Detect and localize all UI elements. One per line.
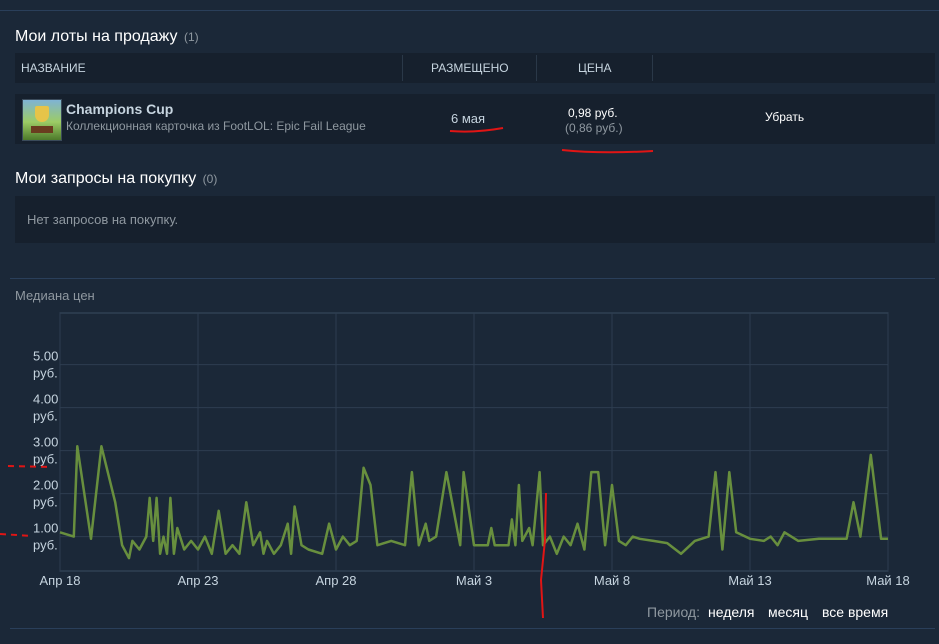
buy-orders-heading: Мои запросы на покупку (0) — [15, 170, 217, 188]
period-label: Период: — [647, 604, 700, 620]
x-tick-label: Апр 23 — [177, 573, 218, 588]
remove-listing-button[interactable]: Убрать — [765, 110, 804, 124]
x-tick-label: Апр 28 — [315, 573, 356, 588]
section-divider — [10, 278, 935, 279]
column-separator — [652, 55, 653, 81]
trophy-base — [31, 126, 53, 133]
column-separator — [402, 55, 403, 81]
buy-orders-empty-text: Нет запросов на покупку. — [27, 212, 179, 227]
buy-orders-empty-box: Нет запросов на покупку. — [15, 196, 935, 243]
top-divider — [0, 10, 939, 11]
y-tick-label: 1.00 — [33, 521, 58, 536]
x-tick-label: Май 8 — [594, 573, 630, 588]
item-image[interactable] — [22, 99, 62, 141]
my-listings-count: (1) — [183, 30, 199, 44]
y-tick-label: 3.00 — [33, 435, 58, 450]
column-separator — [536, 55, 537, 81]
y-tick-label: 5.00 — [33, 349, 58, 364]
bottom-divider — [10, 628, 935, 629]
underline-price-annotation — [561, 149, 654, 154]
buy-orders-count: (0) — [202, 172, 218, 186]
y-tick-unit: руб. — [33, 366, 58, 381]
y-tick-unit: руб. — [33, 538, 58, 553]
x-tick-label: Май 3 — [456, 573, 492, 588]
listings-table-header: НАЗВАНИЕ РАЗМЕЩЕНО ЦЕНА — [15, 53, 935, 83]
column-header-listed: РАЗМЕЩЕНО — [431, 61, 509, 75]
x-tick-label: Апр 18 — [39, 573, 80, 588]
y-tick-label: 2.00 — [33, 478, 58, 493]
my-listings-title: Мои лоты на продажу — [15, 28, 178, 45]
listing-price-received: (0,86 руб.) — [565, 121, 623, 135]
trophy-icon — [35, 106, 49, 122]
period-all-time-link[interactable]: все время — [822, 604, 888, 620]
price-history-chart[interactable]: 1.00 руб. 2.00 руб. 3.00 руб. 4.00 руб. 5.00 руб.… — [0, 300, 939, 600]
y-tick-unit: руб. — [33, 495, 58, 510]
item-name-link[interactable]: Champions Cup — [66, 101, 173, 117]
period-month-link[interactable]: месяц — [768, 604, 808, 620]
listing-price: 0,98 руб. — [568, 106, 618, 120]
column-header-name: НАЗВАНИЕ — [21, 61, 86, 75]
x-tick-label: Май 18 — [866, 573, 910, 588]
my-listings-heading: Мои лоты на продажу (1) — [15, 28, 199, 46]
y-tick-label: 4.00 — [33, 392, 58, 407]
y-tick-unit: руб. — [33, 452, 58, 467]
column-header-price: ЦЕНА — [578, 61, 612, 75]
buy-orders-title: Мои запросы на покупку — [15, 170, 197, 187]
listed-date: 6 мая — [451, 111, 486, 126]
x-tick-label: Май 13 — [728, 573, 772, 588]
y-tick-unit: руб. — [33, 409, 58, 424]
period-week-link[interactable]: неделя — [708, 604, 754, 620]
item-game-name: Коллекционная карточка из FootLOL: Epic … — [66, 119, 366, 133]
listing-row: Champions Cup Коллекционная карточка из … — [15, 94, 935, 144]
